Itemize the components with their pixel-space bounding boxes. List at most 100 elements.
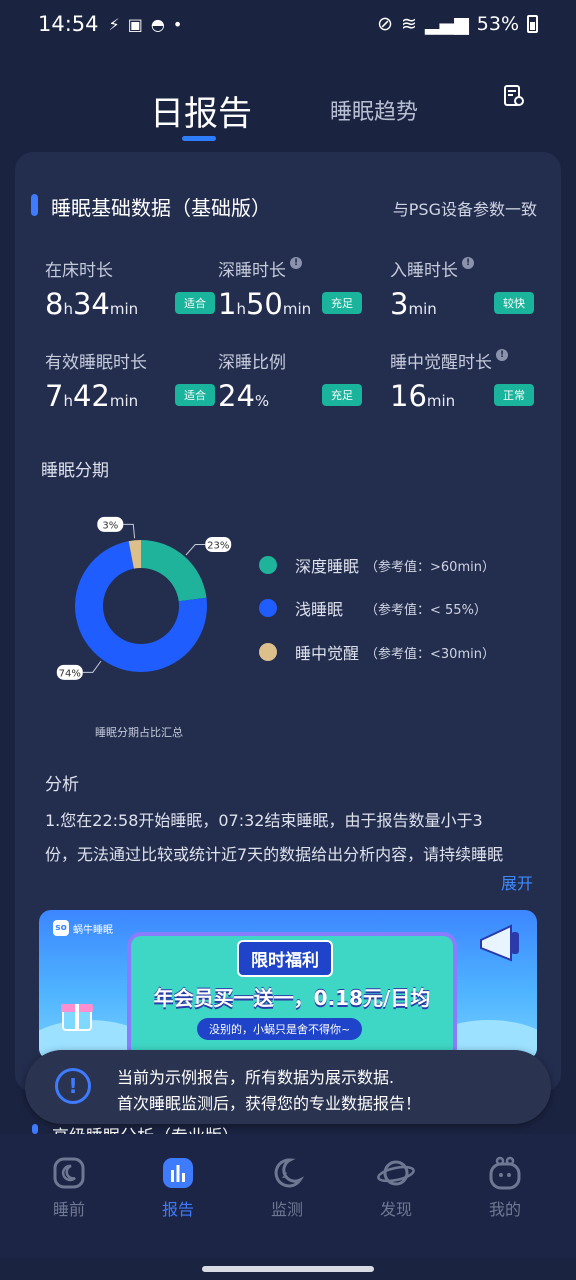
metric-label: 在床时长 [45, 261, 113, 281]
status-badge: 适合 [175, 384, 215, 406]
planet-icon [377, 1160, 415, 1186]
slice-deep-sleep [141, 540, 207, 602]
bar-chart-icon [163, 1158, 193, 1188]
leader-line [123, 523, 136, 539]
banner-subtitle: 没别的，小蜗只是舍不得你~ [197, 1018, 363, 1040]
metric-label: 睡中觉醒时长 [390, 353, 492, 373]
label-deep-sleep: 23% [207, 540, 229, 551]
metric-effective-sleep: 有效睡眠时长 7h42min 适合 [45, 348, 215, 418]
expand-link[interactable]: 展开 [501, 870, 533, 894]
section-accent-bar [32, 1124, 38, 1134]
moon-box-icon [53, 1157, 85, 1189]
legend-item-deep: 深度睡眠 （参考值：>60min） [259, 553, 495, 577]
status-right: ⊘ ≋ ▂▄▆ 53% [377, 13, 538, 35]
notification-icons: ⚡ ▣ ◓ • [109, 15, 183, 34]
metric-label: 深睡时长 [218, 261, 286, 281]
sample-report-toast: ! 当前为示例报告，所有数据为展示数据. 首次睡眠监测后，获得您的专业数据报告！ [25, 1050, 551, 1124]
metric-label: 深睡比例 [218, 353, 286, 373]
metric-value: 1h50min [218, 287, 312, 321]
bottom-nav: 睡前 报告 z 监测 发现 我的 [0, 1134, 576, 1258]
promo-banner[interactable]: so 蜗牛睡眠 限时福利 年会员买一送一，0.18元/日均 没别的，小蜗只是舍不得… [39, 910, 537, 1060]
notification-icon: ⚡ [108, 14, 120, 34]
legend-reference: （参考值：<30min） [365, 646, 495, 662]
toast-line2: 首次睡眠监测后，获得您的专业数据报告！ [117, 1094, 422, 1113]
metric-value: 24% [218, 379, 270, 413]
legend-dot [259, 556, 277, 574]
status-badge: 充足 [322, 384, 362, 406]
gift-icon [61, 1004, 93, 1031]
info-icon[interactable]: ! [290, 256, 302, 269]
banner-title: 限时福利 [237, 940, 333, 977]
metric-deep-sleep-ratio: 深睡比例 24% 充足 [218, 348, 388, 418]
status-time: 14:54 [38, 12, 99, 36]
status-badge: 正常 [494, 384, 534, 406]
legend-reference: （参考值：< 55%） [365, 602, 487, 618]
nav-label: 我的 [488, 1200, 521, 1219]
wifi-icon: ≋ [401, 13, 417, 35]
tab-sleep-trend[interactable]: 睡眠趋势 [330, 94, 418, 126]
battery-icon [527, 15, 538, 33]
legend-item-light: 浅睡眠 （参考值：< 55%） [259, 596, 487, 620]
report-settings-icon[interactable] [502, 84, 526, 108]
status-badge: 适合 [175, 292, 215, 314]
mute-icon: ⊘ [377, 13, 393, 35]
info-icon[interactable]: ! [462, 256, 474, 269]
label-awake: 3% [102, 520, 118, 531]
nav-item-before-sleep[interactable]: 睡前 [29, 1156, 109, 1220]
legend-reference: （参考值：>60min） [365, 559, 495, 575]
megaphone-icon [480, 924, 519, 962]
tab-daily-report[interactable]: 日报告 [150, 86, 252, 135]
nav-item-mine[interactable]: 我的 [465, 1156, 545, 1220]
metric-value: 3min [390, 287, 437, 321]
legend-label: 睡中觉醒 [295, 644, 360, 663]
battery-percent: 53% [476, 13, 519, 35]
home-indicator[interactable] [202, 1266, 374, 1272]
top-tabs: 日报告 睡眠趋势 [0, 76, 576, 146]
nav-label: 报告 [161, 1200, 194, 1219]
title-accent-bar [31, 194, 38, 216]
leader-line [185, 543, 206, 556]
leader-line [82, 660, 102, 673]
toast-line1: 当前为示例报告，所有数据为展示数据. [117, 1068, 395, 1087]
nav-item-report[interactable]: 报告 [138, 1156, 218, 1220]
sleep-basic-card: 睡眠基础数据（基础版） 与PSG设备参数一致 在床时长 8h34min 适合 深… [15, 152, 561, 1092]
psg-note: 与PSG设备参数一致 [392, 200, 537, 219]
nav-label: 监测 [270, 1200, 303, 1219]
metric-deep-sleep-time: 深睡时长! 1h50min 充足 [218, 256, 388, 326]
metric-wake-during-sleep: 睡中觉醒时长! 16min 正常 [390, 348, 560, 418]
metric-value: 16min [390, 379, 456, 413]
legend-dot [259, 599, 277, 617]
legend-label: 浅睡眠 [295, 600, 344, 619]
image-icon: ▣ [127, 14, 143, 34]
label-light-sleep: 74% [59, 668, 81, 679]
legend-item-awake: 睡中觉醒 （参考值：<30min） [259, 640, 495, 664]
nav-item-monitor[interactable]: z 监测 [247, 1156, 327, 1220]
status-badge: 较快 [494, 292, 534, 314]
status-bar: 14:54 ⚡ ▣ ◓ • ⊘ ≋ ▂▄▆ 53% [0, 0, 576, 48]
brand-logo: so 蜗牛睡眠 [53, 920, 113, 936]
nav-label: 发现 [379, 1200, 412, 1219]
tab-underline [182, 136, 216, 141]
status-badge: 充足 [322, 292, 362, 314]
nav-item-discover[interactable]: 发现 [356, 1156, 436, 1220]
sleep-stages-label: 睡眠分期 [41, 461, 109, 481]
profile-icon [489, 1156, 521, 1190]
info-icon[interactable]: ! [496, 348, 508, 361]
metric-in-bed-time: 在床时长 8h34min 适合 [45, 256, 215, 326]
svg-text:z: z [282, 1170, 287, 1181]
metric-fall-asleep-time: 入睡时长! 3min 较快 [390, 256, 560, 326]
legend-dot [259, 643, 277, 661]
legend-label: 深度睡眠 [295, 557, 360, 576]
sleep-moon-icon: z [274, 1158, 304, 1188]
analysis-text: 1.您在22:58开始睡眠，07:32结束睡眠，由于报告数量小于3 份，无法通过… [45, 811, 504, 864]
dot-icon: • [172, 14, 183, 34]
alert-icon: ! [55, 1068, 91, 1104]
nav-label: 睡前 [52, 1200, 85, 1219]
metric-label: 入睡时长 [390, 261, 458, 281]
signal-icon: ▂▄▆ [424, 13, 469, 35]
analysis-label: 分析 [45, 775, 79, 795]
snail-logo-icon: so [53, 920, 69, 936]
banner-headline: 年会员买一送一，0.18元/日均 [153, 986, 431, 1010]
metric-label: 有效睡眠时长 [45, 353, 147, 373]
app-icon: ◓ [150, 14, 165, 34]
